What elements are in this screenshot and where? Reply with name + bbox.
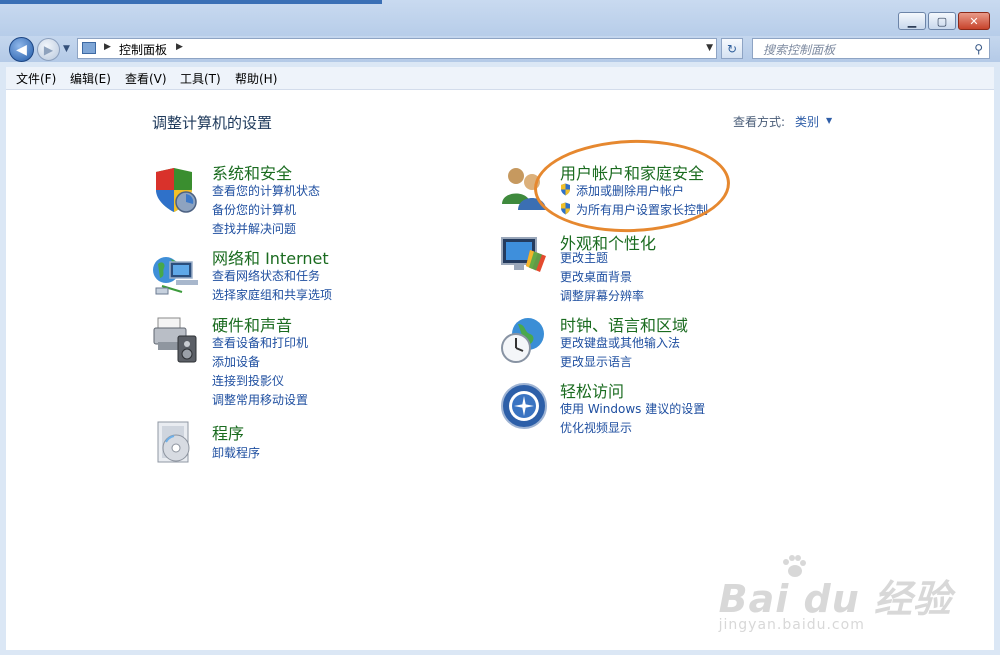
- content-area: 调整计算机的设置 查看方式: 类别 ▼ 系统和安全 查看您的计算机状态 备份您的…: [6, 90, 994, 650]
- paw-icon: [782, 555, 806, 577]
- ease-of-access-icon[interactable]: [500, 382, 548, 430]
- recent-pages-dropdown[interactable]: ▼: [63, 44, 70, 54]
- menu-tools[interactable]: 工具(T): [180, 70, 221, 87]
- forward-arrow-icon: ▶: [43, 42, 54, 57]
- system-security-icon[interactable]: [152, 166, 200, 214]
- address-bar[interactable]: ▶ 控制面板 ▶ ▼: [77, 38, 717, 59]
- link-recommended-settings[interactable]: 使用 Windows 建议的设置: [560, 400, 705, 417]
- link-change-background[interactable]: 更改桌面背景: [560, 268, 632, 285]
- search-input[interactable]: [761, 40, 965, 60]
- category-network-internet[interactable]: 网络和 Internet: [212, 245, 329, 269]
- back-button[interactable]: ◀: [9, 37, 34, 62]
- address-dropdown-icon[interactable]: ▼: [706, 43, 713, 53]
- link-mobility-settings[interactable]: 调整常用移动设置: [212, 391, 308, 408]
- category-clock-language-region[interactable]: 时钟、语言和区域: [560, 312, 688, 336]
- link-connect-projector[interactable]: 连接到投影仪: [212, 372, 284, 389]
- view-by-dropdown[interactable]: 类别: [795, 113, 819, 130]
- link-change-theme[interactable]: 更改主题: [560, 249, 608, 266]
- chevron-down-icon[interactable]: ▼: [826, 116, 832, 125]
- search-box[interactable]: ⚲: [752, 38, 990, 60]
- search-icon[interactable]: ⚲: [974, 42, 983, 56]
- category-hardware-sound[interactable]: 硬件和声音: [212, 312, 292, 336]
- watermark-logo: Bai du 经验: [718, 577, 952, 621]
- network-icon[interactable]: [152, 250, 200, 298]
- programs-icon[interactable]: [152, 418, 200, 466]
- minimize-button[interactable]: ▁: [898, 12, 926, 30]
- category-system-security[interactable]: 系统和安全: [212, 160, 292, 184]
- menu-bar: 文件(F) 编辑(E) 查看(V) 工具(T) 帮助(H): [6, 67, 994, 90]
- link-uninstall-program[interactable]: 卸载程序: [212, 444, 260, 461]
- breadcrumb-control-panel[interactable]: 控制面板: [119, 41, 167, 58]
- close-button[interactable]: ✕: [958, 12, 990, 30]
- control-panel-window: ▁ ▢ ✕ ◀ ▶ ▼ ▶ 控制面板 ▶ ▼ ↻ ⚲ 文件(F) 编辑(E) 查…: [0, 0, 1000, 655]
- link-change-input-method[interactable]: 更改键盘或其他输入法: [560, 334, 680, 351]
- breadcrumb-arrow-icon[interactable]: ▶: [176, 42, 183, 52]
- link-devices-printers[interactable]: 查看设备和打印机: [212, 334, 308, 351]
- menu-edit[interactable]: 编辑(E): [70, 70, 111, 87]
- link-backup-computer[interactable]: 备份您的计算机: [212, 201, 296, 218]
- refresh-icon: ↻: [726, 41, 738, 56]
- breadcrumb-arrow-icon[interactable]: ▶: [104, 42, 111, 52]
- menu-help[interactable]: 帮助(H): [235, 70, 277, 87]
- link-optimize-visual-display[interactable]: 优化视频显示: [560, 419, 632, 436]
- page-title: 调整计算机的设置: [152, 114, 273, 132]
- view-by-label: 查看方式:: [733, 115, 786, 129]
- link-add-device[interactable]: 添加设备: [212, 353, 260, 370]
- menu-view[interactable]: 查看(V): [125, 70, 167, 87]
- maximize-button[interactable]: ▢: [928, 12, 956, 30]
- link-homegroup-sharing[interactable]: 选择家庭组和共享选项: [212, 286, 332, 303]
- link-screen-resolution[interactable]: 调整屏幕分辨率: [560, 287, 644, 304]
- hardware-sound-icon[interactable]: [152, 316, 200, 364]
- link-troubleshoot[interactable]: 查找并解决问题: [212, 220, 296, 237]
- category-programs[interactable]: 程序: [212, 420, 244, 444]
- back-arrow-icon: ◀: [16, 41, 27, 58]
- title-bar: [0, 0, 1000, 36]
- refresh-button[interactable]: ↻: [721, 38, 743, 59]
- menu-file[interactable]: 文件(F): [16, 70, 56, 87]
- link-view-computer-status[interactable]: 查看您的计算机状态: [212, 182, 320, 199]
- control-panel-icon: [82, 42, 96, 54]
- forward-button[interactable]: ▶: [37, 38, 60, 61]
- link-change-display-language[interactable]: 更改显示语言: [560, 353, 632, 370]
- window-controls: ▁ ▢ ✕: [898, 12, 990, 30]
- link-view-network-status[interactable]: 查看网络状态和任务: [212, 267, 320, 284]
- taskbar-strip: [0, 0, 382, 4]
- category-ease-of-access[interactable]: 轻松访问: [560, 378, 624, 402]
- clock-language-region-icon[interactable]: [500, 316, 548, 364]
- appearance-icon[interactable]: [500, 232, 548, 280]
- baidu-watermark: Bai du 经验 jingyan.baidu.com: [718, 555, 952, 633]
